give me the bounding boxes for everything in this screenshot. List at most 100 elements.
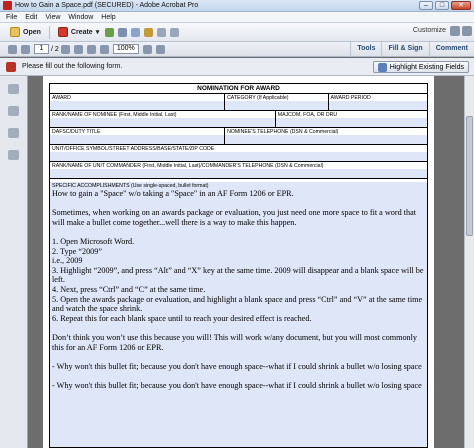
create-label: Create — [70, 28, 93, 36]
menu-edit[interactable]: Edit — [25, 14, 37, 21]
fit-page-icon[interactable] — [142, 44, 152, 54]
maximize-button[interactable]: □ — [435, 1, 449, 10]
tab-fill-sign[interactable]: Fill & Sign — [381, 42, 428, 57]
share-icon[interactable] — [157, 27, 167, 37]
menu-window[interactable]: Window — [68, 14, 93, 21]
pdf-page: NOMINATION FOR AWARD AWARD CATEGORY (If A… — [43, 76, 434, 448]
menu-help[interactable]: Help — [101, 14, 115, 21]
read-mode-icon[interactable] — [155, 44, 165, 54]
task-panes: Tools Fill & Sign Comment — [350, 42, 474, 57]
zoom-level-input[interactable]: 100% — [112, 44, 139, 54]
accomplishment-line: Sometimes, when working on an awards pac… — [52, 208, 417, 227]
hand-tool-icon[interactable] — [73, 44, 83, 54]
zoom-out-icon[interactable] — [86, 44, 96, 54]
form-input[interactable] — [275, 118, 427, 127]
title-bar: How to Gain a Space.pdf (SECURED) - Adob… — [0, 0, 474, 12]
page-down-icon[interactable] — [21, 44, 30, 54]
form-field-label: RANK/NAME OF UNIT COMMANDER (First, Midd… — [52, 163, 324, 169]
form-field-label: AWARD PERIOD — [330, 95, 371, 101]
form-field[interactable]: RANK/NAME OF NOMINEE (First, Middle Init… — [50, 111, 276, 127]
accomplishment-line: - Why won't this bullet fit; because you… — [52, 380, 422, 390]
form-field[interactable]: CATEGORY (If Applicable) — [225, 94, 329, 110]
form-row: UNIT/OFFICE SYMBOL/STREET ADDRESS/BASE/S… — [50, 145, 427, 162]
form-field[interactable]: AWARD PERIOD — [328, 94, 427, 110]
tab-tools[interactable]: Tools — [350, 42, 381, 57]
form-field[interactable]: UNIT/OFFICE SYMBOL/STREET ADDRESS/BASE/S… — [50, 145, 427, 161]
accomplishment-line: 5. Open the awards package or evaluation… — [52, 294, 423, 314]
form-row: AWARD CATEGORY (If Applicable) AWARD PERIO… — [50, 94, 427, 111]
form-field-label: MAJCOM, FOA, OR DRU — [277, 112, 338, 118]
nomination-form: NOMINATION FOR AWARD AWARD CATEGORY (If A… — [49, 83, 428, 448]
accomplishment-line: How to gain a "Space" w/o taking a "Spac… — [52, 189, 294, 198]
accomplishment-line: - Why won't this bullet fit; because you… — [52, 361, 422, 371]
email-icon[interactable] — [131, 27, 141, 37]
create-pdf-icon — [57, 27, 68, 37]
form-field[interactable]: NOMINEE'S TELEPHONE (DSN & Commercial) — [225, 128, 427, 144]
main-toolbar: Open Create ▾ — [0, 23, 474, 42]
form-input[interactable] — [50, 135, 225, 144]
tools-icon[interactable] — [170, 27, 180, 37]
form-input[interactable] — [328, 101, 427, 110]
form-row: DAFSC/DUTY TITLE NOMINEE'S TELEPHONE (DSN… — [50, 128, 427, 145]
open-button[interactable]: Open — [6, 25, 45, 39]
create-button[interactable]: Create ▾ — [54, 25, 103, 39]
form-input[interactable] — [50, 101, 225, 110]
form-field-label: NOMINEE'S TELEPHONE (DSN & Commercial) — [227, 129, 339, 135]
print-icon[interactable] — [118, 27, 128, 37]
scrollbar-thumb[interactable] — [466, 116, 473, 236]
form-input[interactable] — [50, 118, 275, 127]
accomplishments-field[interactable]: SPECIFIC ACCOMPLISHMENTS (Use single-spa… — [50, 182, 427, 447]
form-icon — [6, 61, 16, 72]
select-tool-icon[interactable] — [60, 44, 70, 54]
form-field[interactable]: AWARD — [50, 94, 226, 110]
form-field[interactable]: DAFSC/DUTY TITLE — [50, 128, 226, 144]
tab-comment[interactable]: Comment — [428, 42, 474, 57]
highlight-fields-button[interactable]: Highlight Existing Fields — [372, 61, 469, 73]
form-field-label: CATEGORY (If Applicable) — [227, 95, 289, 101]
pages-icon[interactable] — [8, 106, 19, 116]
fullscreen-icon[interactable] — [462, 26, 472, 36]
form-message: Please fill out the following form. — [22, 63, 123, 70]
form-field[interactable]: RANK/NAME OF UNIT COMMANDER (First, Midd… — [50, 162, 427, 178]
close-button[interactable]: ✕ — [451, 1, 471, 10]
highlight-icon — [377, 62, 387, 72]
accomplishment-line: 3. Highlight “2009”, and press “Alt” and… — [52, 265, 424, 285]
minimize-button[interactable]: – — [419, 1, 433, 10]
accomplishment-line: Don’t think you won’t use this because y… — [52, 332, 417, 352]
form-input[interactable] — [225, 101, 328, 110]
menu-view[interactable]: View — [45, 14, 60, 21]
accomplishment-line: 4. Next, press “Ctrl” and “C” at the sam… — [52, 284, 206, 294]
form-heading: NOMINATION FOR AWARD — [50, 84, 427, 94]
accomplishment-line: 1. Open Microsoft Word. — [52, 236, 135, 246]
accomplishment-line: 6. Repeat this for each blank space unti… — [52, 313, 312, 323]
accomplishment-line: i.e., 2009 — [52, 256, 83, 266]
form-input[interactable] — [50, 152, 427, 161]
acrobat-app-icon — [3, 1, 12, 10]
page-up-icon[interactable] — [8, 44, 17, 54]
menu-file[interactable]: File — [6, 14, 17, 21]
zoom-in-icon[interactable] — [99, 44, 109, 54]
comment-icon[interactable] — [144, 27, 154, 37]
form-input[interactable] — [50, 169, 427, 178]
page-number-input[interactable]: 1 — [34, 44, 49, 54]
vertical-scrollbar[interactable] — [464, 76, 474, 448]
lock-icon[interactable] — [8, 84, 19, 94]
window-controls: – □ ✕ — [419, 1, 471, 10]
maximize-view-icon[interactable] — [450, 26, 460, 36]
accomplishment-line: 2. Type “2009” — [52, 246, 102, 256]
open-label: Open — [23, 28, 41, 36]
form-field[interactable]: MAJCOM, FOA, OR DRU — [275, 111, 427, 127]
form-field-rows: AWARD CATEGORY (If Applicable) AWARD PERIO… — [50, 94, 427, 179]
form-field-label: RANK/NAME OF NOMINEE (First, Middle Init… — [52, 112, 177, 118]
form-field-label: DAFSC/DUTY TITLE — [52, 129, 101, 135]
form-input[interactable] — [225, 135, 427, 144]
accomplishments-text: How to gain a "Space" w/o taking a "Spac… — [52, 189, 425, 390]
form-row: RANK/NAME OF NOMINEE (First, Middle Init… — [50, 111, 427, 128]
customize-menu[interactable]: Customize — [413, 27, 446, 34]
attachment-icon[interactable] — [8, 128, 19, 138]
save-icon[interactable] — [105, 27, 115, 37]
form-row: RANK/NAME OF UNIT COMMANDER (First, Midd… — [50, 162, 427, 179]
signature-icon[interactable] — [8, 150, 19, 160]
